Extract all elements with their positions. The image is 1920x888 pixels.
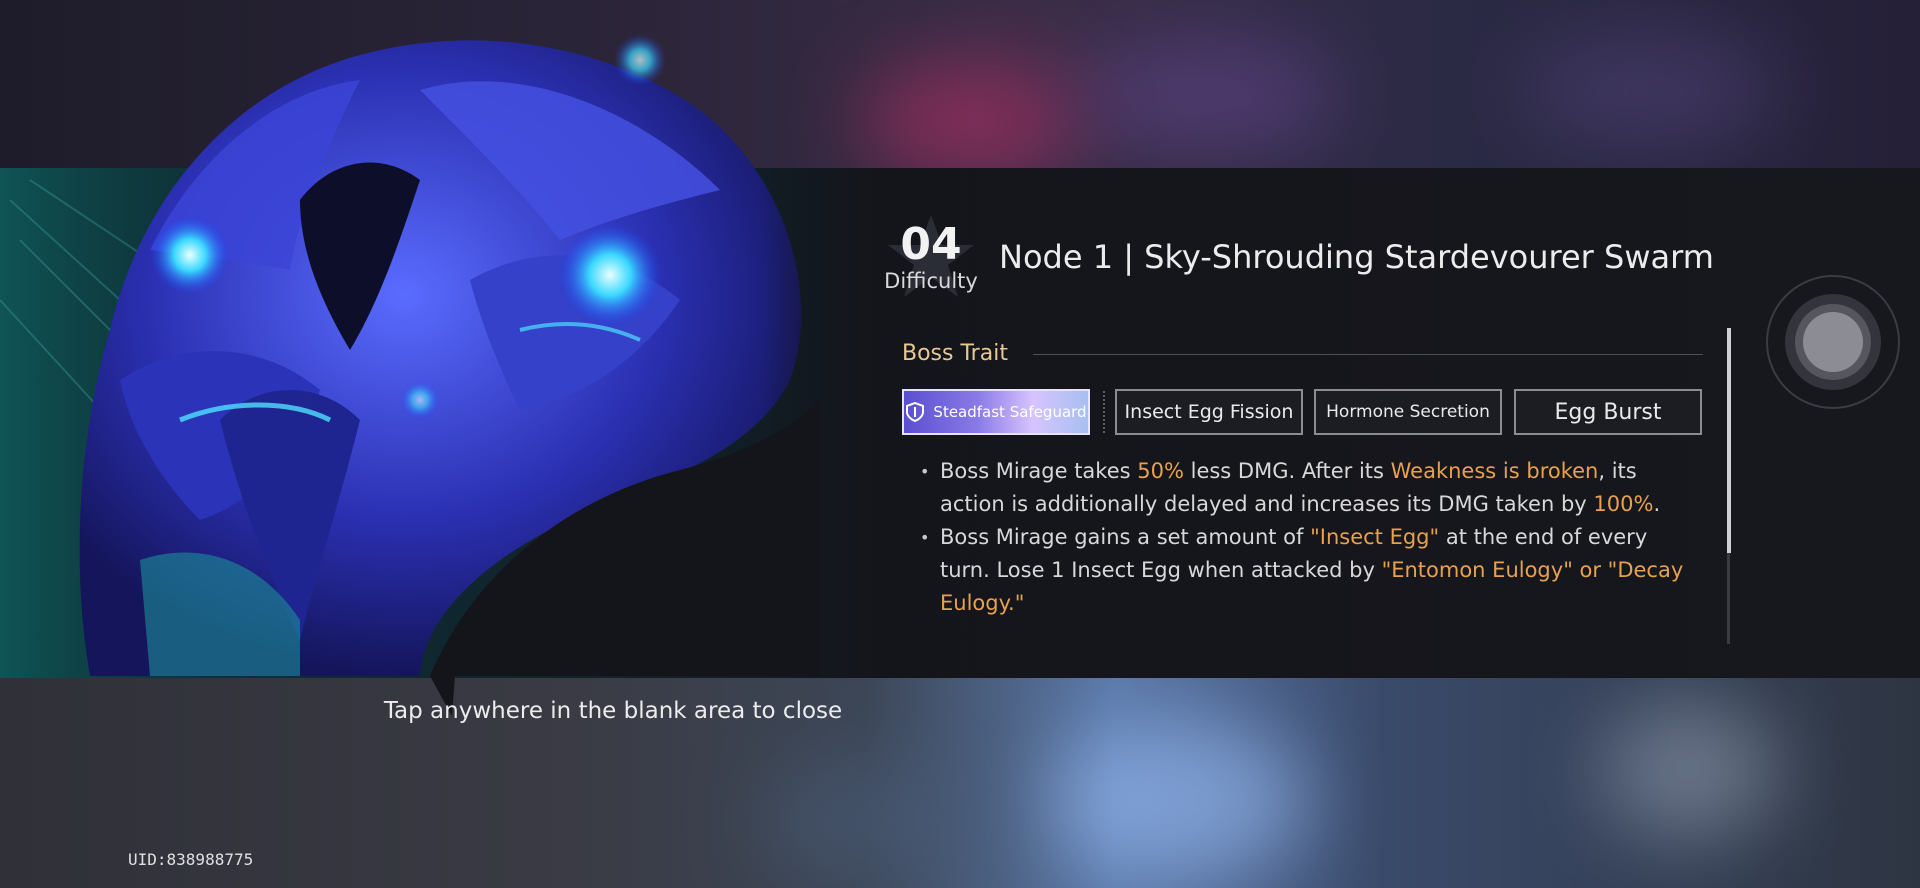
tab-label: Egg Burst: [1554, 399, 1662, 425]
bg-blob: [1520, 30, 1780, 150]
bg-blob: [860, 60, 1080, 180]
trait-description[interactable]: Boss Mirage takes 50% less DMG. After it…: [920, 455, 1700, 630]
boss-trait-tabs: Steadfast Safeguard Insect Egg Fission H…: [902, 389, 1702, 437]
tab-steadfast-safeguard[interactable]: Steadfast Safeguard: [902, 389, 1090, 435]
bg-blob: [760, 760, 960, 880]
boss-trait-heading: Boss Trait: [902, 341, 1008, 366]
boss-portrait: [0, 34, 820, 716]
tab-separator: [1103, 391, 1105, 433]
close-hint-text: Tap anywhere in the blank area to close: [383, 698, 843, 724]
trait-description-item: Boss Mirage takes 50% less DMG. After it…: [920, 455, 1700, 521]
difficulty-badge: 04 Difficulty: [880, 215, 982, 303]
difficulty-number: 04: [900, 219, 962, 270]
scrollbar-thumb[interactable]: [1727, 328, 1731, 553]
desc-text: Boss Mirage gains a set amount of: [940, 525, 1311, 549]
desc-highlight: Weakness is broken: [1390, 459, 1599, 483]
node-title: Node 1 | Sky-Shrouding Stardevourer Swar…: [999, 238, 1714, 276]
tab-insect-egg-fission[interactable]: Insect Egg Fission: [1115, 389, 1303, 435]
desc-text: .: [1653, 492, 1661, 516]
tab-label: Hormone Secretion: [1326, 402, 1490, 422]
player-uid: UID:838988775: [128, 850, 254, 869]
desc-text: Boss Mirage takes: [940, 459, 1138, 483]
tab-egg-burst[interactable]: Egg Burst: [1514, 389, 1702, 435]
shield-icon: [906, 402, 925, 422]
desc-text: less DMG. After its: [1183, 459, 1391, 483]
desc-highlight: "Insect Egg": [1310, 525, 1440, 549]
bg-blob: [1080, 40, 1340, 150]
bg-blob: [1050, 720, 1310, 880]
trait-description-item: Boss Mirage gains a set amount of "Insec…: [920, 521, 1700, 620]
close-hint[interactable]: Tap anywhere in the blank area to close: [0, 698, 1920, 724]
desc-highlight: 50%: [1137, 459, 1184, 483]
divider: [1033, 354, 1703, 355]
tab-label: Steadfast Safeguard: [933, 403, 1087, 421]
difficulty-label: Difficulty: [884, 269, 978, 293]
tab-label: Insect Egg Fission: [1124, 401, 1294, 423]
tab-hormone-secretion[interactable]: Hormone Secretion: [1314, 389, 1502, 435]
desc-highlight: 100%: [1593, 492, 1654, 516]
joystick-dial-icon[interactable]: [1765, 274, 1901, 410]
